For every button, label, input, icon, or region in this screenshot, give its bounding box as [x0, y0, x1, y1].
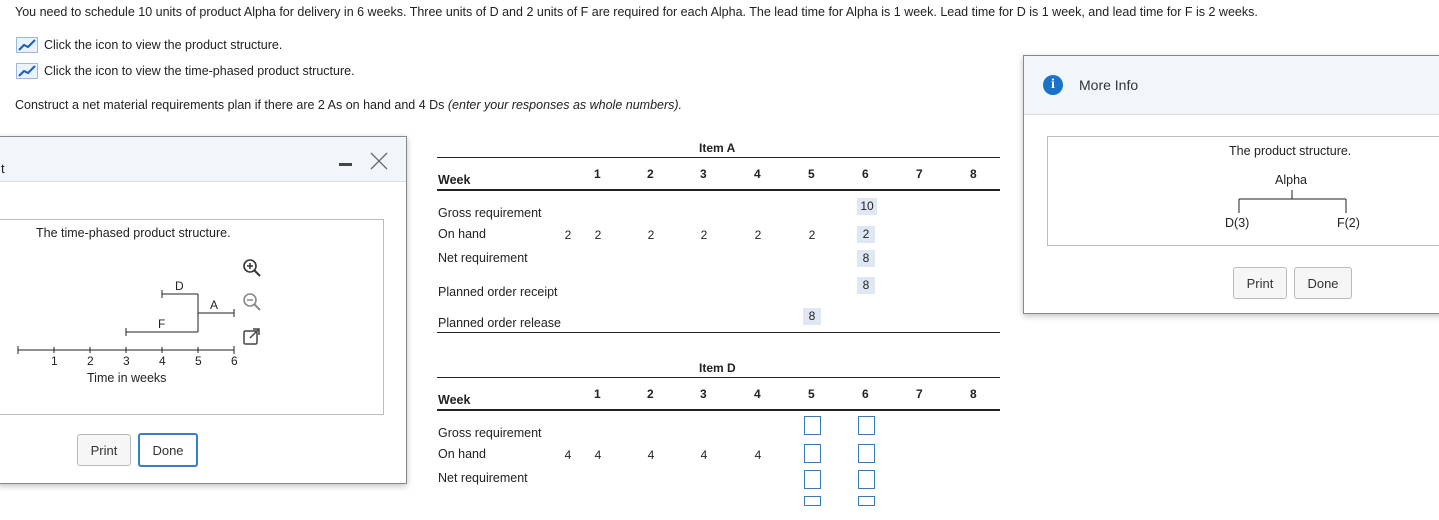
tick-label: 1 [51, 354, 58, 368]
week-header: Week [438, 173, 471, 187]
release-w5-value: 8 [803, 308, 821, 325]
tick-label: 5 [195, 354, 202, 368]
item-d-title: Item D [699, 361, 736, 375]
week-number: 8 [970, 167, 977, 181]
tick-label: 3 [123, 354, 130, 368]
divider [437, 189, 1000, 191]
dialog-title-fragment: t [1, 161, 5, 176]
net-w5-input[interactable] [804, 470, 821, 489]
week-number: 3 [700, 167, 707, 181]
on-hand-cell: 2 [594, 228, 602, 242]
chart-icon[interactable] [16, 37, 38, 53]
row-label-net: Net requirement [438, 251, 528, 265]
zoom-out-icon[interactable] [242, 292, 262, 312]
on-hand-cell: 2 [647, 228, 655, 242]
gross-w5-input[interactable] [804, 416, 821, 435]
week-number: 3 [700, 387, 707, 401]
net-w6-value: 8 [857, 250, 875, 267]
row-label-release: Planned order release [438, 316, 561, 330]
gross-w6-input[interactable] [858, 416, 875, 435]
done-button[interactable]: Done [1294, 267, 1352, 299]
week-number: 6 [862, 167, 869, 181]
week-number: 2 [647, 167, 654, 181]
receipt-w6-value: 8 [857, 277, 875, 294]
product-structure-link-text[interactable]: Click the icon to view the product struc… [44, 38, 282, 52]
problem-text: You need to schedule 10 units of product… [15, 5, 1258, 19]
on-hand-cell: 4 [700, 448, 708, 462]
week-number: 5 [808, 387, 815, 401]
on-hand-initial: 2 [564, 228, 572, 242]
next-row-input[interactable] [858, 496, 875, 506]
on-hand-initial: 4 [564, 448, 572, 462]
dialog-title: More Info [1079, 77, 1139, 93]
on-hand-cell: 2 [754, 228, 762, 242]
week-number: 8 [970, 387, 977, 401]
product-structure-link[interactable]: Click the icon to view the product struc… [16, 37, 282, 53]
row-label-on-hand: On hand [438, 227, 486, 241]
week-number: 5 [808, 167, 815, 181]
on-hand-cell: 4 [754, 448, 762, 462]
on-hand-w6-input[interactable] [858, 444, 875, 463]
instruction-italic: (enter your responses as whole numbers). [447, 98, 683, 112]
chart-icon[interactable] [16, 63, 38, 79]
on-hand-cell: 2 [808, 228, 816, 242]
next-row-input[interactable] [804, 496, 821, 506]
instruction: Construct a net material requirements pl… [15, 98, 682, 112]
figure-panel: The time-phased product structure. D A F… [0, 219, 384, 415]
on-hand-cell: 4 [647, 448, 655, 462]
row-label-net: Net requirement [438, 471, 528, 485]
item-a-title: Item A [699, 141, 736, 155]
divider [437, 332, 1000, 333]
divider [437, 409, 1000, 411]
f-label: F [158, 317, 166, 331]
on-hand-w5-input[interactable] [804, 444, 821, 463]
time-phased-link-text[interactable]: Click the icon to view the time-phased p… [44, 64, 355, 78]
product-structure-panel: The product structure. Alpha D(3) F(2) [1047, 136, 1439, 246]
more-info-dialog: i More Info The product structure. Alpha… [1023, 55, 1439, 314]
week-number: 1 [594, 387, 601, 401]
close-icon[interactable] [369, 151, 389, 171]
gross-w6-value: 10 [857, 198, 877, 215]
row-label-receipt: Planned order receipt [438, 285, 558, 299]
tick-label: 4 [159, 354, 166, 368]
on-hand-cell: 4 [594, 448, 602, 462]
row-label-on-hand: On hand [438, 447, 486, 461]
child-node: F(2) [1337, 216, 1360, 230]
minimize-button[interactable] [339, 163, 352, 166]
open-external-icon[interactable] [242, 327, 262, 347]
week-number: 7 [916, 167, 923, 181]
week-number: 7 [916, 387, 923, 401]
print-button[interactable]: Print [77, 434, 131, 466]
instruction-main: Construct a net material requirements pl… [15, 98, 448, 112]
x-axis-label: Time in weeks [87, 371, 167, 385]
dialog-titlebar[interactable]: i More Info [1024, 56, 1439, 115]
row-label-gross: Gross requirement [438, 206, 542, 220]
on-hand-cell: 2 [857, 226, 875, 243]
a-label: A [210, 298, 219, 312]
child-node: D(3) [1225, 216, 1250, 230]
on-hand-cell: 2 [700, 228, 708, 242]
divider [437, 157, 1000, 158]
time-phased-link[interactable]: Click the icon to view the time-phased p… [16, 63, 355, 79]
print-button[interactable]: Print [1233, 267, 1287, 299]
week-number: 2 [647, 387, 654, 401]
week-number: 4 [754, 387, 761, 401]
net-w6-input[interactable] [858, 470, 875, 489]
week-number: 6 [862, 387, 869, 401]
zoom-in-icon[interactable] [242, 258, 262, 278]
d-label: D [175, 279, 184, 293]
done-button[interactable]: Done [138, 433, 198, 467]
tick-label: 6 [231, 354, 238, 368]
time-phased-dialog: t The time-phased product structure. D A… [0, 136, 407, 484]
divider [437, 377, 1000, 378]
week-header: Week [438, 393, 471, 407]
row-label-gross: Gross requirement [438, 426, 542, 440]
week-number: 1 [594, 167, 601, 181]
info-icon: i [1043, 75, 1063, 95]
tick-label: 2 [87, 354, 94, 368]
dialog-titlebar[interactable]: t [0, 137, 406, 182]
week-number: 4 [754, 167, 761, 181]
